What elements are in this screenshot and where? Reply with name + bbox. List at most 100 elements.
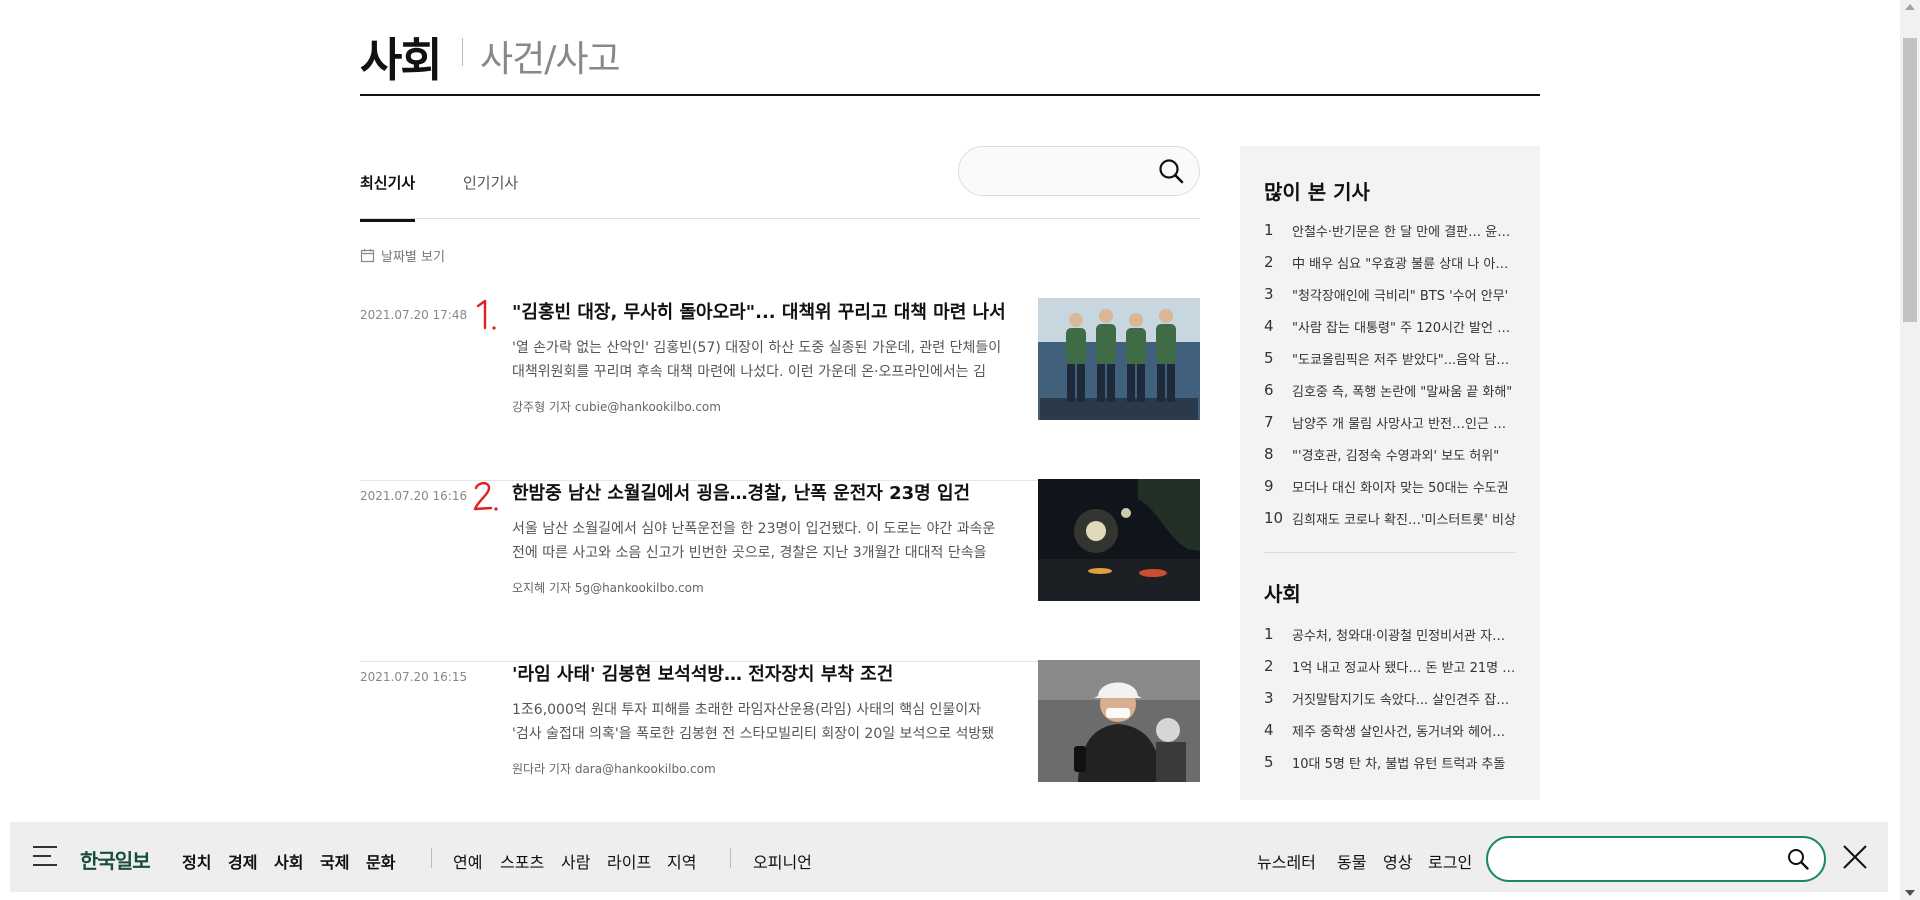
hamburger-icon[interactable] [32, 844, 58, 868]
article-search-input[interactable] [979, 159, 1143, 183]
rank-number: 4 [1264, 721, 1274, 739]
article-item: 2021.07.20 16:15 '라임 사태' 김봉현 보석석방… 전자장치 … [360, 660, 1200, 843]
most-viewed-item[interactable]: 6 김호중 측, 폭행 논란에 "말싸움 끝 화해" [1264, 374, 1516, 406]
scroll-down-arrow-icon[interactable] [1905, 890, 1915, 896]
article-date: 2021.07.20 17:48 [360, 308, 468, 322]
nav-item-life[interactable]: 라이프 [607, 849, 651, 873]
item-title[interactable]: "청각장애인에 극비리" BTS '수어 안무' [1292, 285, 1508, 304]
page-scrollbar[interactable] [1900, 0, 1920, 900]
article-tabs: 최신기사 인기기사 [360, 140, 1200, 222]
rank-number: 3 [1264, 285, 1274, 303]
article-item: 2021.07.20 17:48 "김홍빈 대장, 무사히 돌아오라"... 대… [360, 298, 1200, 481]
section-title[interactable]: 사회 [360, 24, 443, 90]
date-view-label: 날짜별 보기 [381, 249, 445, 265]
item-title[interactable]: "도쿄올림픽은 저주 받았다"...음악 담당자 [1292, 349, 1516, 368]
item-title[interactable]: 모더나 대신 화이자 맞는 50대는 수도권 [1292, 477, 1509, 496]
nav-item-society[interactable]: 사회 [274, 849, 303, 873]
section-ranking-item[interactable]: 3 거짓말탐지기도 속았다... 살인견주 잡아보니 [1264, 682, 1516, 714]
section-ranking-item[interactable]: 4 제주 중학생 살인사건, 동거녀와 헤어진 뒤 [1264, 714, 1516, 746]
login-link[interactable]: 로그인 [1428, 849, 1472, 873]
most-viewed-item[interactable]: 1 안철수·반기문은 한 달 만에 결판… 윤석열은 [1264, 214, 1516, 246]
site-logo[interactable]: 한국일보 [80, 845, 151, 874]
article-title[interactable]: "김홍빈 대장, 무사히 돌아오라"... 대책위 꾸리고 대책 마련 나서 [512, 298, 1032, 324]
bottom-search-box [1486, 836, 1826, 882]
sidebar-divider [1264, 552, 1516, 553]
item-title[interactable]: 남양주 개 물림 사망사고 반전…인근 농장주 [1292, 413, 1516, 432]
item-title[interactable]: 제주 중학생 살인사건, 동거녀와 헤어진 뒤 [1292, 721, 1516, 740]
item-title[interactable]: "사람 잡는 대통령" 주 120시간 발언 후폭풍 [1292, 317, 1516, 336]
rank-number: 5 [1264, 349, 1274, 367]
nav-item-people[interactable]: 사람 [561, 849, 590, 873]
nav-item-newsletter[interactable]: 뉴스레터 [1257, 849, 1316, 873]
nav-item-economy[interactable]: 경제 [228, 849, 257, 873]
most-viewed-item[interactable]: 5 "도쿄올림픽은 저주 받았다"...음악 담당자 [1264, 342, 1516, 374]
handwritten-number-mark [473, 481, 498, 511]
rank-number: 2 [1264, 253, 1274, 271]
article-title[interactable]: 한밤중 남산 소월길에서 굉음…경찰, 난폭 운전자 23명 입건 [512, 479, 1032, 505]
search-icon[interactable] [1786, 847, 1810, 871]
rank-number: 4 [1264, 317, 1274, 335]
tab-popular[interactable]: 인기기사 [463, 172, 518, 219]
article-summary[interactable]: '열 손가락 없는 산악인' 김홍빈(57) 대장이 하산 도중 실종된 가운데… [512, 336, 1002, 384]
article-summary[interactable]: 1조6,000억 원대 투자 피해를 초래한 라임자산운용(라임) 사태의 핵심… [512, 698, 1002, 746]
article-title[interactable]: '라임 사태' 김봉현 보석석방… 전자장치 부착 조건 [512, 660, 1032, 686]
most-viewed-title: 많이 본 기사 [1264, 180, 1370, 204]
scrollbar-thumb[interactable] [1903, 38, 1917, 322]
rank-number: 1 [1264, 625, 1274, 643]
close-icon[interactable] [1842, 844, 1868, 870]
nav-item-animals[interactable]: 동물 [1337, 849, 1366, 873]
item-title[interactable]: 안철수·반기문은 한 달 만에 결판… 윤석열은 [1292, 221, 1516, 240]
nav-item-politics[interactable]: 정치 [182, 849, 211, 873]
nav-item-entertainment[interactable]: 연예 [453, 849, 482, 873]
most-viewed-item[interactable]: 7 남양주 개 물림 사망사고 반전…인근 농장주 [1264, 406, 1516, 438]
subsection-title[interactable]: 사건/사고 [480, 30, 621, 82]
tab-latest[interactable]: 최신기사 [360, 172, 416, 222]
section-ranking-item[interactable]: 2 1억 내고 정교사 됐다… 돈 받고 21명 채용 [1264, 650, 1516, 682]
article-item: 2021.07.20 16:16 한밤중 남산 소월길에서 굉음…경찰, 난폭 … [360, 479, 1200, 662]
search-icon[interactable] [1157, 157, 1185, 185]
most-viewed-item[interactable]: 10 김희재도 코로나 확진…'미스터트롯' 비상 [1264, 502, 1516, 534]
rank-number: 10 [1264, 509, 1284, 527]
nav-item-sports[interactable]: 스포츠 [500, 849, 544, 873]
item-title[interactable]: 中 배우 심요 "우효광 불륜 상대 나 아니다" [1292, 253, 1516, 272]
nav-item-international[interactable]: 국제 [320, 849, 349, 873]
article-author: 오지혜 기자 5g@hankookilbo.com [512, 581, 704, 595]
article-thumbnail[interactable] [1038, 660, 1200, 782]
most-viewed-item[interactable]: 2 中 배우 심요 "우효광 불륜 상대 나 아니다" [1264, 246, 1516, 278]
rank-number: 9 [1264, 477, 1274, 495]
section-ranking-item[interactable]: 1 공수처, 청와대·이광철 민정비서관 자택 압수수색 [1264, 618, 1516, 650]
most-viewed-item[interactable]: 8 "'경호관, 김정숙 수영과외' 보도 허위" [1264, 438, 1516, 470]
main-content: 사회 사건/사고 최신기사 인기기사 날짜별 보기 2021.07.20 17:… [360, 0, 1540, 900]
rank-number: 5 [1264, 753, 1274, 771]
article-search-box [958, 146, 1200, 196]
item-title[interactable]: 1억 내고 정교사 됐다… 돈 받고 21명 채용 [1292, 657, 1516, 676]
item-title[interactable]: 10대 5명 탄 차, 불법 유턴 트럭과 추돌 [1292, 753, 1505, 772]
rank-number: 6 [1264, 381, 1274, 399]
item-title[interactable]: "'경호관, 김정숙 수영과외' 보도 허위" [1292, 445, 1499, 464]
article-summary[interactable]: 서울 남산 소월길에서 심야 난폭운전을 한 23명이 입건됐다. 이 도로는 … [512, 517, 1002, 565]
item-title[interactable]: 공수처, 청와대·이광철 민정비서관 자택 압수수색 [1292, 625, 1516, 644]
sidebar: 많이 본 기사 1 안철수·반기문은 한 달 만에 결판… 윤석열은 2 中 배우 … [1240, 146, 1540, 800]
most-viewed-item[interactable]: 3 "청각장애인에 극비리" BTS '수어 안무' [1264, 278, 1516, 310]
item-title[interactable]: 김호중 측, 폭행 논란에 "말싸움 끝 화해" [1292, 381, 1512, 400]
article-thumbnail[interactable] [1038, 298, 1200, 420]
item-title[interactable]: 김희재도 코로나 확진…'미스터트롯' 비상 [1292, 509, 1516, 528]
handwritten-number-mark [476, 299, 496, 330]
nav-item-culture[interactable]: 문화 [366, 849, 395, 873]
section-ranking-item[interactable]: 5 10대 5명 탄 차, 불법 유턴 트럭과 추돌 [1264, 746, 1516, 778]
scroll-up-arrow-icon[interactable] [1905, 4, 1915, 10]
article-thumbnail[interactable] [1038, 479, 1200, 601]
date-view-button[interactable]: 날짜별 보기 [360, 246, 445, 265]
bottom-search-input[interactable] [1506, 848, 1770, 872]
nav-item-video[interactable]: 영상 [1383, 849, 1412, 873]
nav-item-opinion[interactable]: 오피니언 [753, 849, 812, 873]
article-author: 강주형 기자 cubie@hankookilbo.com [512, 400, 721, 414]
section-header: 사회 사건/사고 [360, 0, 1540, 96]
most-viewed-item[interactable]: 4 "사람 잡는 대통령" 주 120시간 발언 후폭풍 [1264, 310, 1516, 342]
most-viewed-item[interactable]: 9 모더나 대신 화이자 맞는 50대는 수도권 [1264, 470, 1516, 502]
nav-item-region[interactable]: 지역 [667, 849, 696, 873]
rank-number: 8 [1264, 445, 1274, 463]
rank-number: 1 [1264, 221, 1274, 239]
nav-divider [730, 848, 731, 868]
item-title[interactable]: 거짓말탐지기도 속았다... 살인견주 잡아보니 [1292, 689, 1516, 708]
